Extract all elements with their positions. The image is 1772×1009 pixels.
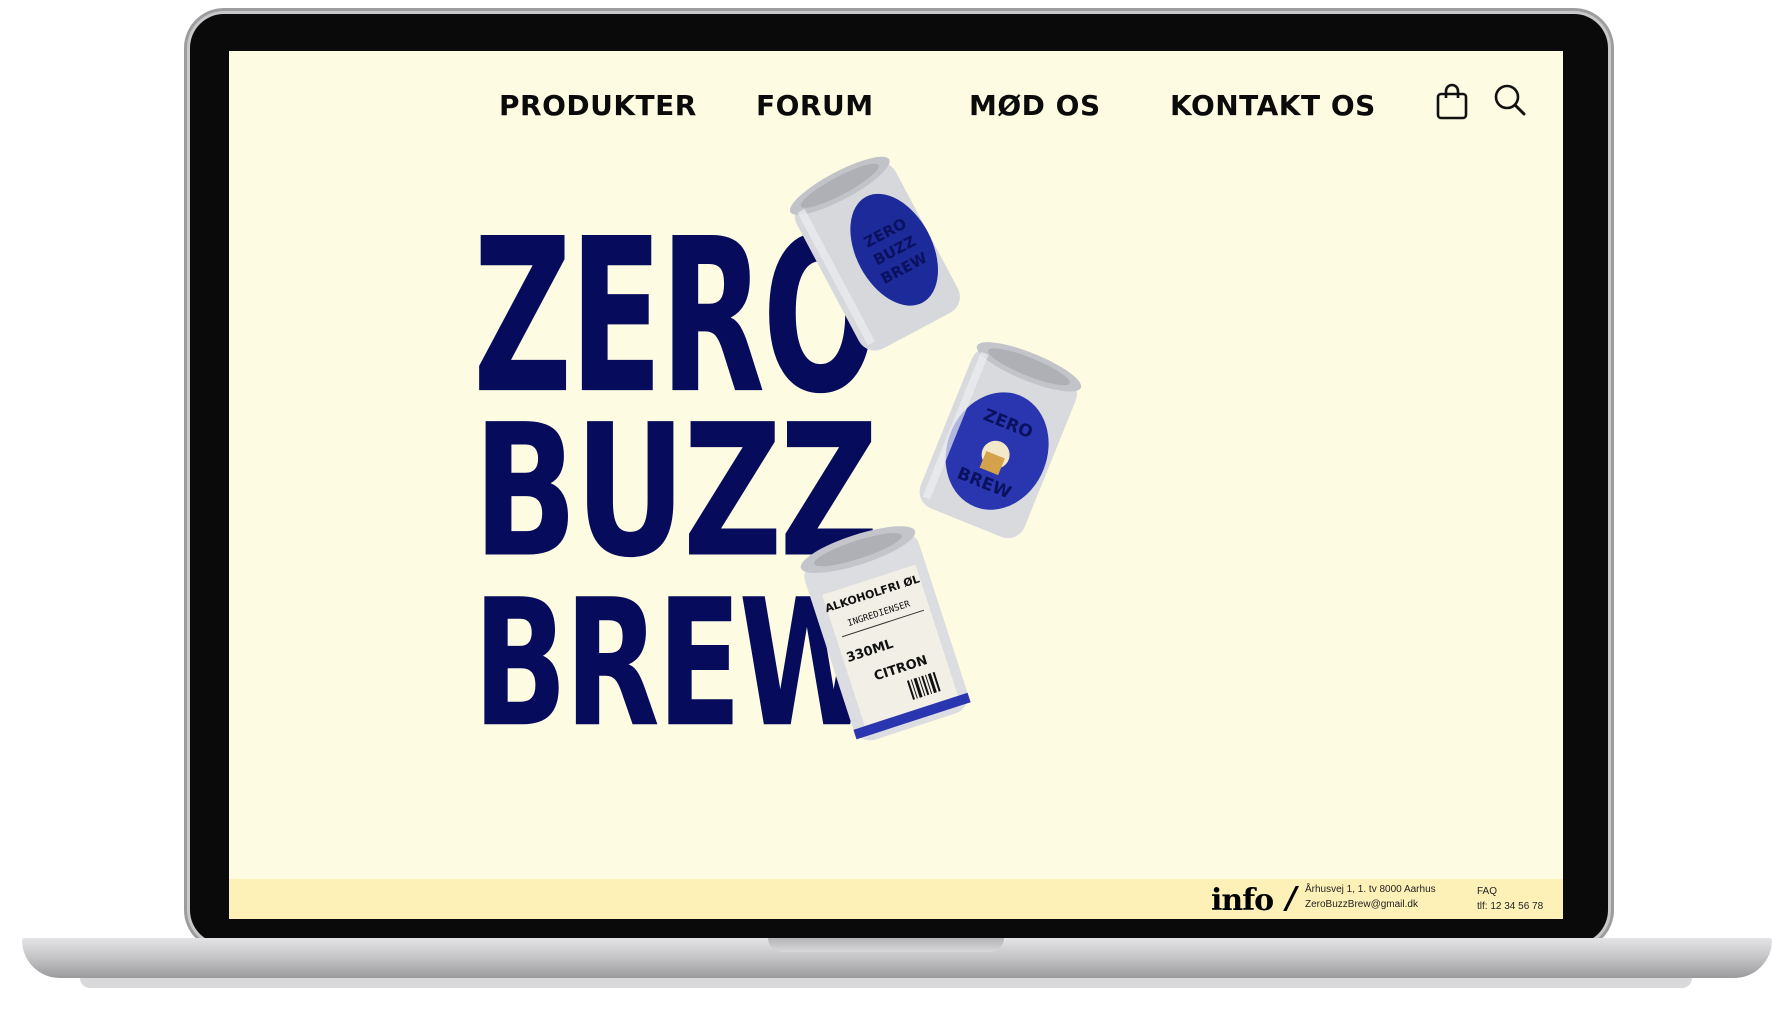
nav-item-mod-os[interactable]: MØD OS <box>969 89 1101 122</box>
main-navigation: PRODUKTER FORUM MØD OS KONTAKT OS <box>229 83 1563 129</box>
can-front-top: ZERO BUZZ BREW <box>789 151 969 355</box>
footer-address: Århusvej 1, 1. tv 8000 Aarhus <box>1305 884 1436 895</box>
search-icon[interactable] <box>1493 83 1527 121</box>
nav-item-produkter[interactable]: PRODUKTER <box>499 89 697 122</box>
shopping-bag-icon[interactable] <box>1435 83 1469 125</box>
nav-item-forum[interactable]: FORUM <box>756 89 874 122</box>
can-back-label: ALKOHOLFRI ØL INGREDIENSER 330ML CITRON <box>787 519 987 763</box>
footer-email[interactable]: ZeroBuzzBrew@gmail.dk <box>1305 899 1418 910</box>
laptop-notch <box>768 938 1004 952</box>
website-screen: PRODUKTER FORUM MØD OS KONTAKT OS ZERO B… <box>229 51 1563 919</box>
footer-faq-link[interactable]: FAQ <box>1477 886 1497 897</box>
site-footer: info / Århusvej 1, 1. tv 8000 Aarhus Zer… <box>229 879 1563 919</box>
footer-phone: tlf: 12 34 56 78 <box>1477 901 1544 912</box>
laptop-shadow <box>80 978 1692 988</box>
footer-separator: / <box>1286 881 1297 916</box>
footer-info-label: info <box>1211 883 1274 918</box>
nav-item-kontakt-os[interactable]: KONTAKT OS <box>1170 89 1376 122</box>
